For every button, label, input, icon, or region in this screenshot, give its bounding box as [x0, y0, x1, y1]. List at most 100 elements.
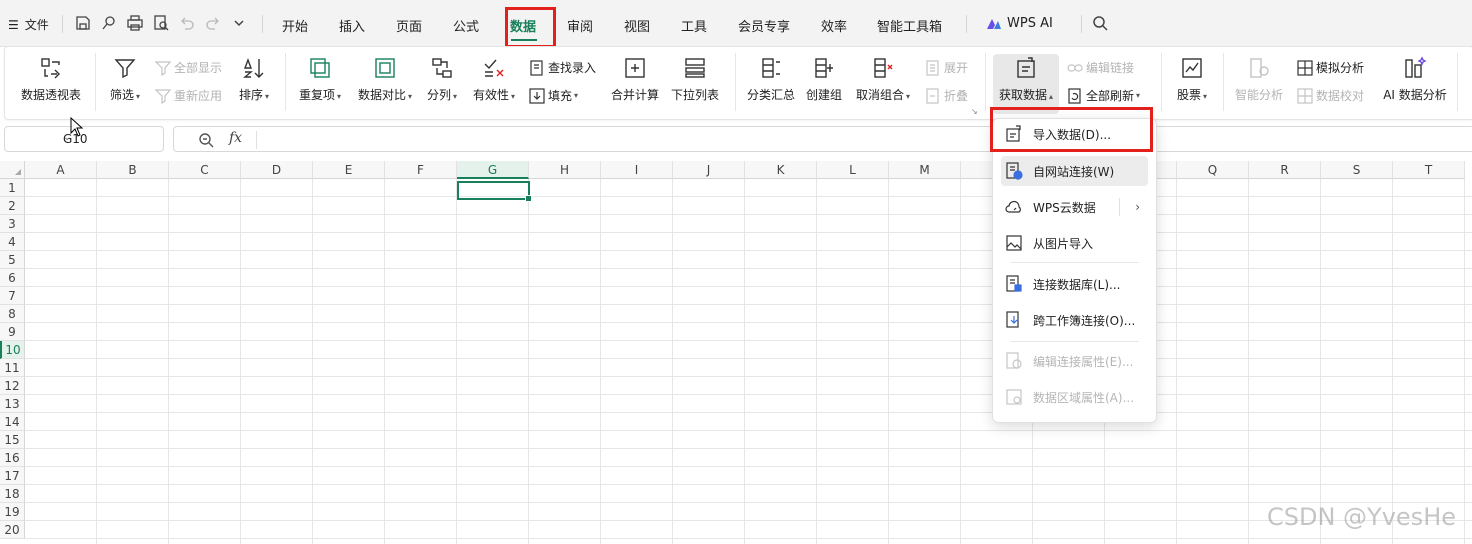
subtotal-button[interactable]: 分类汇总: [743, 56, 799, 103]
dropdown-list-button[interactable]: 下拉列表: [667, 56, 723, 103]
row-header-19[interactable]: 19: [0, 503, 25, 521]
select-all-corner[interactable]: [0, 161, 25, 179]
undo-icon[interactable]: [179, 15, 195, 31]
search-icon[interactable]: [1092, 15, 1108, 31]
print-preview-icon[interactable]: [153, 15, 169, 31]
row-header-4[interactable]: 4: [0, 233, 25, 251]
row-header-16[interactable]: 16: [0, 449, 25, 467]
hamburger-icon: ☰: [8, 18, 19, 32]
edit-connection-properties-item[interactable]: 编辑连接属性(E)...: [1001, 346, 1148, 376]
row-header-14[interactable]: 14: [0, 413, 25, 431]
column-header-c[interactable]: C: [169, 161, 241, 179]
print-icon[interactable]: [127, 15, 143, 31]
column-header-q[interactable]: Q: [1177, 161, 1249, 179]
grid-row-line: [25, 538, 1472, 539]
refresh-all-button[interactable]: 全部刷新 ▾: [1067, 87, 1140, 104]
column-header-i[interactable]: I: [601, 161, 673, 179]
edit-links-button[interactable]: 编辑链接: [1067, 59, 1134, 76]
data-compare-button[interactable]: 数据对比 ▾: [353, 56, 417, 103]
validity-button[interactable]: 有效性 ▾: [469, 56, 519, 103]
row-header-13[interactable]: 13: [0, 395, 25, 413]
cross-workbook-item[interactable]: 跨工作簿连接(O)...: [1001, 305, 1148, 335]
reapply-button[interactable]: 重新应用: [155, 87, 222, 104]
show-all-button[interactable]: 全部显示: [155, 59, 222, 76]
sort-button[interactable]: 排序 ▾: [233, 56, 275, 103]
column-header-b[interactable]: B: [97, 161, 169, 179]
brush-icon[interactable]: [101, 15, 117, 31]
column-header-j[interactable]: J: [673, 161, 745, 179]
row-header-20[interactable]: 20: [0, 521, 25, 539]
file-menu[interactable]: ☰ 文件: [8, 16, 49, 33]
row-header-5[interactable]: 5: [0, 251, 25, 269]
column-header-t[interactable]: T: [1393, 161, 1465, 179]
merge-calc-button[interactable]: 合并计算: [607, 56, 663, 103]
column-header-k[interactable]: K: [745, 161, 817, 179]
split-column-button[interactable]: 分列 ▾: [423, 56, 461, 103]
chevron-down-icon[interactable]: [231, 15, 247, 31]
wps-cloud-data-item[interactable]: WPS云数据 ›: [1001, 192, 1148, 222]
fx-icon[interactable]: fx: [229, 130, 242, 146]
get-data-button[interactable]: 获取数据 ▴: [993, 54, 1059, 114]
column-header-f[interactable]: F: [385, 161, 457, 179]
redo-icon[interactable]: [205, 15, 221, 31]
duplicates-button[interactable]: 重复项 ▾: [295, 56, 345, 103]
row-header-9[interactable]: 9: [0, 323, 25, 341]
row-header-18[interactable]: 18: [0, 485, 25, 503]
row-header-2[interactable]: 2: [0, 197, 25, 215]
zoom-icon[interactable]: [198, 132, 214, 148]
selected-cell[interactable]: [457, 181, 532, 202]
row-header-1[interactable]: 1: [0, 179, 25, 197]
save-icon[interactable]: [75, 15, 91, 31]
row-header-7[interactable]: 7: [0, 287, 25, 305]
expand-button[interactable]: 展开: [925, 59, 968, 76]
row-header-6[interactable]: 6: [0, 269, 25, 287]
collapse-button[interactable]: 折叠: [925, 87, 968, 104]
web-connection-item[interactable]: 自网站连接(W): [1001, 156, 1148, 186]
name-box[interactable]: G10 ⌄: [4, 126, 164, 152]
chevron-right-icon[interactable]: ›: [1135, 200, 1140, 214]
tab-page[interactable]: 页面: [396, 16, 422, 35]
column-header-l[interactable]: L: [817, 161, 889, 179]
spreadsheet-grid[interactable]: ABCDEFGHIJKLMNOPQRST12345678910111213141…: [0, 161, 1472, 544]
what-if-button[interactable]: 模拟分析: [1297, 59, 1364, 76]
tab-wps-ai[interactable]: WPS AI: [1007, 16, 1053, 31]
import-from-image-item[interactable]: 从图片导入: [1001, 228, 1148, 258]
ungroup-button[interactable]: 取消组合 ▾: [851, 56, 915, 103]
stocks-button[interactable]: 股票 ▾: [1171, 56, 1213, 103]
row-header-12[interactable]: 12: [0, 377, 25, 395]
column-header-s[interactable]: S: [1321, 161, 1393, 179]
tab-smart-toolbox[interactable]: 智能工具箱: [877, 16, 942, 35]
row-header-10[interactable]: 10: [0, 341, 25, 359]
tab-member[interactable]: 会员专享: [738, 16, 790, 35]
tab-view[interactable]: 视图: [624, 16, 650, 35]
row-header-15[interactable]: 15: [0, 431, 25, 449]
smart-analysis-button[interactable]: 智能分析: [1231, 56, 1287, 103]
data-check-button[interactable]: 数据校对: [1297, 87, 1364, 104]
connect-database-item[interactable]: 连接数据库(L)...: [1001, 269, 1148, 299]
row-header-8[interactable]: 8: [0, 305, 25, 323]
column-header-a[interactable]: A: [25, 161, 97, 179]
column-header-g[interactable]: G: [457, 161, 529, 179]
tab-review[interactable]: 审阅: [567, 16, 593, 35]
create-group-button[interactable]: 创建组: [803, 56, 845, 103]
column-header-h[interactable]: H: [529, 161, 601, 179]
tab-formula[interactable]: 公式: [453, 16, 479, 35]
row-header-3[interactable]: 3: [0, 215, 25, 233]
row-header-17[interactable]: 17: [0, 467, 25, 485]
tab-efficiency[interactable]: 效率: [821, 16, 847, 35]
tab-tools[interactable]: 工具: [681, 16, 707, 35]
fill-button[interactable]: 填充 ▾: [529, 87, 578, 104]
tab-home[interactable]: 开始: [282, 16, 308, 35]
ai-data-analysis-button[interactable]: AI 数据分析: [1377, 56, 1453, 103]
row-header-11[interactable]: 11: [0, 359, 25, 377]
column-header-r[interactable]: R: [1249, 161, 1321, 179]
pivot-table-button[interactable]: 数据透视表: [19, 56, 83, 103]
formula-bar[interactable]: fx: [173, 126, 1472, 152]
column-header-d[interactable]: D: [241, 161, 313, 179]
find-entry-button[interactable]: 查找录入: [529, 59, 596, 76]
data-range-properties-item[interactable]: 数据区域属性(A)...: [1001, 382, 1148, 412]
column-header-e[interactable]: E: [313, 161, 385, 179]
column-header-m[interactable]: M: [889, 161, 961, 179]
tab-insert[interactable]: 插入: [339, 16, 365, 35]
filter-button[interactable]: 筛选 ▾: [104, 56, 146, 103]
